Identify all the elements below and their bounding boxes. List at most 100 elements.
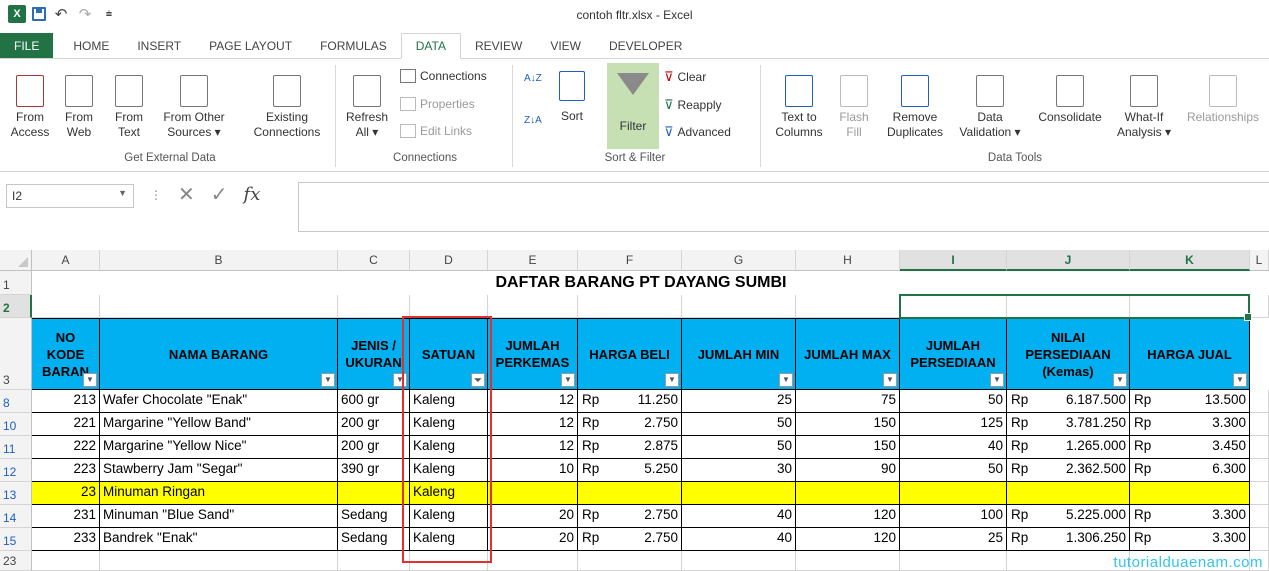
cell-harga-beli[interactable]: Rp 5.250 <box>578 459 682 482</box>
tab-page-layout[interactable]: PAGE LAYOUT <box>195 33 306 59</box>
row-header[interactable]: 11 <box>0 436 32 459</box>
cell-persediaan[interactable]: 125 <box>900 413 1007 436</box>
cell-perkemas[interactable]: 12 <box>488 390 578 413</box>
cell-harga-jual[interactable]: Rp 3.450 <box>1130 436 1250 459</box>
cell[interactable] <box>488 551 578 571</box>
cell-persediaan[interactable]: 50 <box>900 459 1007 482</box>
tab-view[interactable]: VIEW <box>536 33 595 59</box>
cell[interactable] <box>1250 505 1269 528</box>
cell[interactable] <box>338 295 410 318</box>
filter-dropdown-icon[interactable]: ▼ <box>321 373 335 387</box>
cell-max[interactable] <box>796 482 900 505</box>
column-header-d[interactable]: D <box>410 250 488 271</box>
cell-max[interactable]: 150 <box>796 413 900 436</box>
cell-jenis[interactable]: 600 gr <box>338 390 410 413</box>
cell[interactable] <box>682 551 796 571</box>
row-header[interactable]: 14 <box>0 505 32 528</box>
cell-persediaan[interactable]: 100 <box>900 505 1007 528</box>
cell-jenis[interactable]: 200 gr <box>338 413 410 436</box>
cell-min[interactable]: 40 <box>682 528 796 551</box>
row-header[interactable]: 2 <box>0 295 32 318</box>
cell[interactable] <box>796 551 900 571</box>
existing-connections-button[interactable]: Existing Connections <box>244 75 330 140</box>
column-header-c[interactable]: C <box>338 250 410 271</box>
cell[interactable] <box>100 551 338 571</box>
sort-button[interactable]: Sort <box>554 71 590 124</box>
cell-max[interactable]: 75 <box>796 390 900 413</box>
cell-kode[interactable]: 223 <box>32 459 100 482</box>
column-header-i[interactable]: I <box>900 250 1007 271</box>
cell-kode[interactable]: 233 <box>32 528 100 551</box>
cell-harga-beli[interactable] <box>578 482 682 505</box>
cell-harga-jual[interactable]: Rp 3.300 <box>1130 528 1250 551</box>
filter-dropdown-icon[interactable]: ▼ <box>779 373 793 387</box>
cell-persediaan[interactable]: 50 <box>900 390 1007 413</box>
from-other-sources-button[interactable]: From Other Sources ▾ <box>152 75 236 140</box>
filter-dropdown-icon[interactable]: ▼ <box>1233 373 1247 387</box>
column-header-f[interactable]: F <box>578 250 682 271</box>
formula-input[interactable] <box>298 182 1269 232</box>
filter-dropdown-icon[interactable]: ▼ <box>83 373 97 387</box>
row-header[interactable]: 1 <box>0 271 32 295</box>
from-web-button[interactable]: From Web <box>56 75 102 140</box>
cell-harga-jual[interactable]: Rp 3.300 <box>1130 413 1250 436</box>
select-all-corner[interactable] <box>0 250 32 271</box>
column-header-k[interactable]: K <box>1130 250 1250 271</box>
column-header-j[interactable]: J <box>1007 250 1130 271</box>
row-header[interactable]: 13 <box>0 482 32 505</box>
filter-dropdown-icon[interactable]: ▼ <box>990 373 1004 387</box>
data-validation-button[interactable]: Data Validation ▾ <box>952 75 1028 140</box>
cell-perkemas[interactable]: 20 <box>488 528 578 551</box>
cell-perkemas[interactable]: 20 <box>488 505 578 528</box>
cell-nilai[interactable]: Rp 3.781.250 <box>1007 413 1130 436</box>
filter-dropdown-icon[interactable]: ▼ <box>1113 373 1127 387</box>
cell[interactable] <box>1250 528 1269 551</box>
cell-nilai[interactable]: Rp 2.362.500 <box>1007 459 1130 482</box>
reapply-button[interactable]: ⊽ Reapply <box>664 97 722 113</box>
cell-nilai[interactable]: Rp 1.306.250 <box>1007 528 1130 551</box>
cell-min[interactable]: 40 <box>682 505 796 528</box>
cell-min[interactable]: 50 <box>682 413 796 436</box>
connections-button[interactable]: Connections <box>400 69 487 83</box>
tab-developer[interactable]: DEVELOPER <box>595 33 696 59</box>
column-header-e[interactable]: E <box>488 250 578 271</box>
from-text-button[interactable]: From Text <box>106 75 152 140</box>
cell-nama[interactable]: Bandrek "Enak" <box>100 528 338 551</box>
row-header[interactable]: 15 <box>0 528 32 551</box>
cell-harga-beli[interactable]: Rp 2.875 <box>578 436 682 459</box>
cell-persediaan[interactable]: 25 <box>900 528 1007 551</box>
cell-kode[interactable]: 213 <box>32 390 100 413</box>
cell-harga-beli[interactable]: Rp 2.750 <box>578 413 682 436</box>
cell-harga-beli[interactable]: Rp 2.750 <box>578 505 682 528</box>
cell-persediaan[interactable]: 40 <box>900 436 1007 459</box>
cell-nama[interactable]: Margarine "Yellow Nice" <box>100 436 338 459</box>
cell-nama[interactable]: Margarine "Yellow Band" <box>100 413 338 436</box>
cell[interactable] <box>410 295 488 318</box>
cell-kode[interactable]: 231 <box>32 505 100 528</box>
cell[interactable] <box>100 295 338 318</box>
cell-min[interactable]: 50 <box>682 436 796 459</box>
cell[interactable] <box>488 295 578 318</box>
chevron-down-icon[interactable]: ▼ <box>118 188 127 198</box>
cell-harga-jual[interactable]: Rp 6.300 <box>1130 459 1250 482</box>
cell-max[interactable]: 150 <box>796 436 900 459</box>
row-header[interactable]: 10 <box>0 413 32 436</box>
cell[interactable] <box>32 295 100 318</box>
cell-nilai[interactable]: Rp 1.265.000 <box>1007 436 1130 459</box>
cell[interactable] <box>578 295 682 318</box>
cell-max[interactable]: 90 <box>796 459 900 482</box>
cell-harga-beli[interactable]: Rp 2.750 <box>578 528 682 551</box>
cell[interactable] <box>796 295 900 318</box>
sort-a-z-button[interactable]: A↓Z <box>524 73 542 84</box>
filter-dropdown-icon[interactable]: ▼ <box>665 373 679 387</box>
cell-nama[interactable]: Minuman Ringan <box>100 482 338 505</box>
refresh-all-button[interactable]: Refresh All ▾ <box>340 75 394 140</box>
cell[interactable] <box>1250 413 1269 436</box>
cell-harga-jual[interactable]: Rp 3.300 <box>1130 505 1250 528</box>
cell-nilai[interactable]: Rp 5.225.000 <box>1007 505 1130 528</box>
cell-nilai[interactable] <box>1007 482 1130 505</box>
column-header-b[interactable]: B <box>100 250 338 271</box>
cell-nama[interactable]: Wafer Chocolate "Enak" <box>100 390 338 413</box>
cell[interactable] <box>1250 390 1269 413</box>
filter-dropdown-icon[interactable]: ▼ <box>883 373 897 387</box>
